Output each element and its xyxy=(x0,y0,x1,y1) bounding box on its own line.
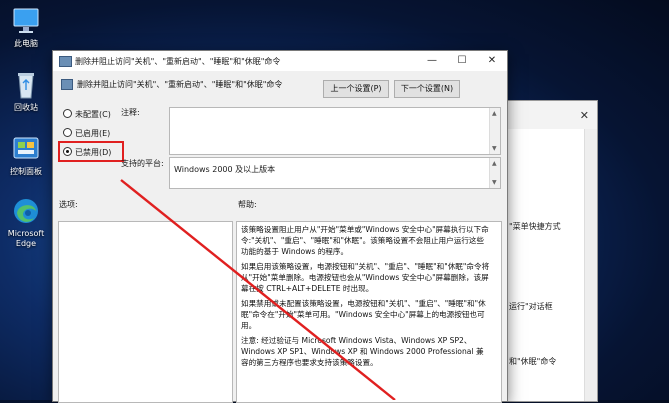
annotation-arrow xyxy=(120,179,396,400)
